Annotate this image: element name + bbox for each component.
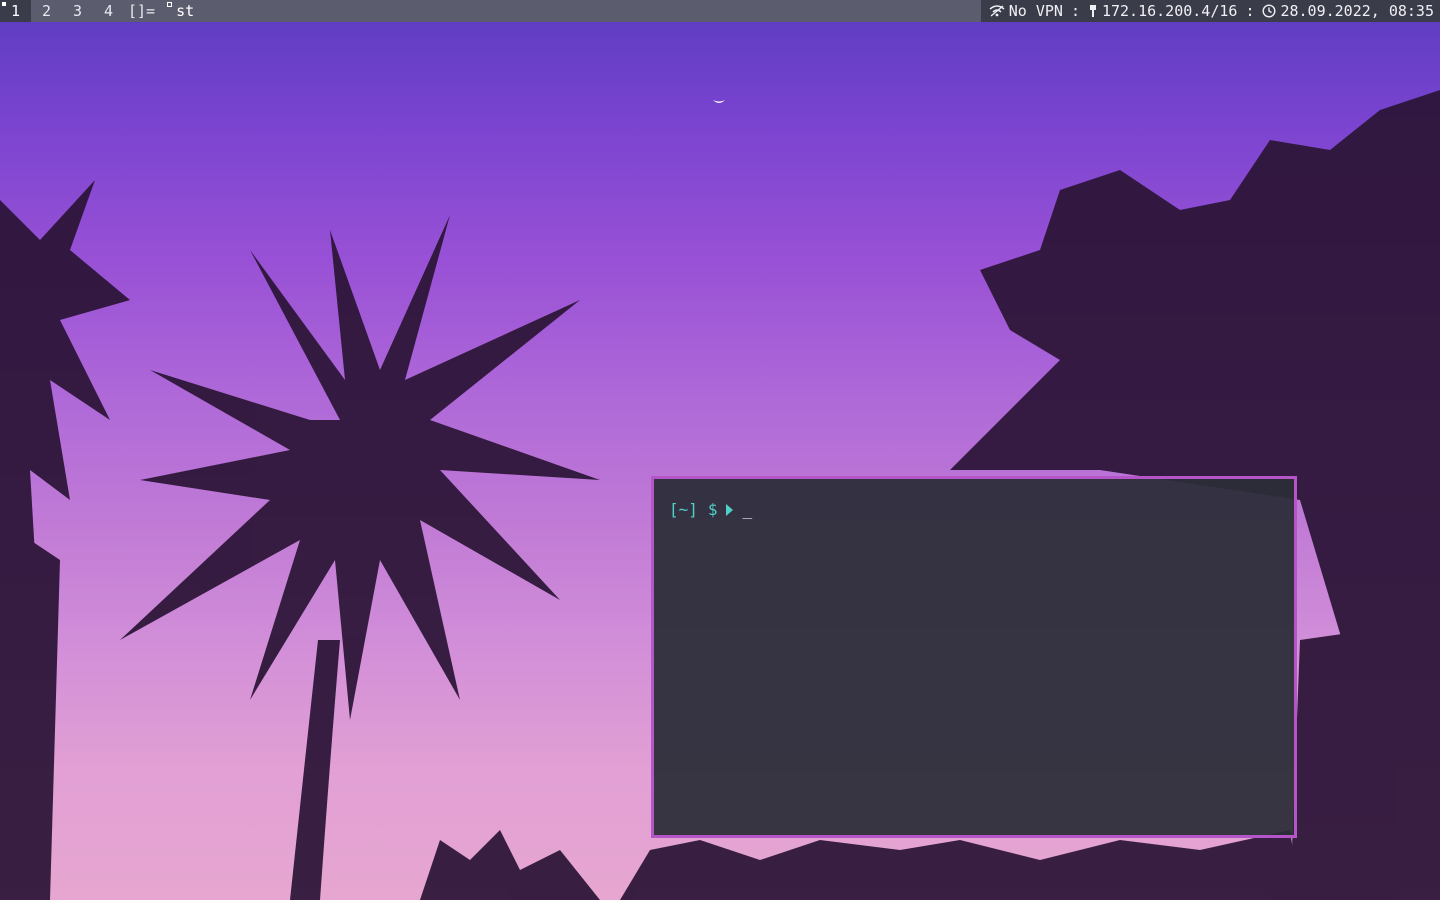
ip-address: 172.16.200.4/16 xyxy=(1101,2,1238,20)
tag-label: 4 xyxy=(103,2,114,20)
tag-label: 1 xyxy=(10,2,21,20)
tag-label: 3 xyxy=(72,2,83,20)
tag-3[interactable]: 3 xyxy=(62,0,93,22)
window-title[interactable]: st xyxy=(165,0,981,22)
status-text: No VPN : 172.16.200.4/16 : 28.09.2022, 0… xyxy=(980,0,1440,22)
prompt-dollar: $ xyxy=(707,500,718,519)
layout-symbol[interactable]: []= xyxy=(124,0,165,22)
separator: : xyxy=(1070,2,1080,20)
prompt-line[interactable]: [~] $ _ xyxy=(669,500,752,519)
text-cursor: _ xyxy=(742,500,753,519)
prompt-arrow-icon xyxy=(725,503,733,516)
ethernet-icon xyxy=(1088,4,1098,18)
tag-1[interactable]: 1 xyxy=(0,0,31,22)
datetime: 28.09.2022, 08:35 xyxy=(1280,2,1434,20)
status-bar: 1 2 3 4 []= st No VPN : 172.16.200.4/16 … xyxy=(0,0,1440,22)
prompt-dir: [~] xyxy=(669,500,698,519)
tag-4[interactable]: 4 xyxy=(93,0,124,22)
tag-label: 2 xyxy=(41,2,52,20)
tag-2[interactable]: 2 xyxy=(31,0,62,22)
occupied-indicator xyxy=(2,2,6,6)
vpn-status: No VPN xyxy=(1008,2,1063,20)
floating-indicator xyxy=(167,2,173,7)
terminal-window[interactable]: [~] $ _ xyxy=(651,476,1297,838)
vpn-icon xyxy=(989,5,1005,17)
clock-icon xyxy=(1262,4,1276,18)
separator: : xyxy=(1245,2,1255,20)
moon-icon xyxy=(713,100,725,103)
window-title-label: st xyxy=(176,2,195,20)
